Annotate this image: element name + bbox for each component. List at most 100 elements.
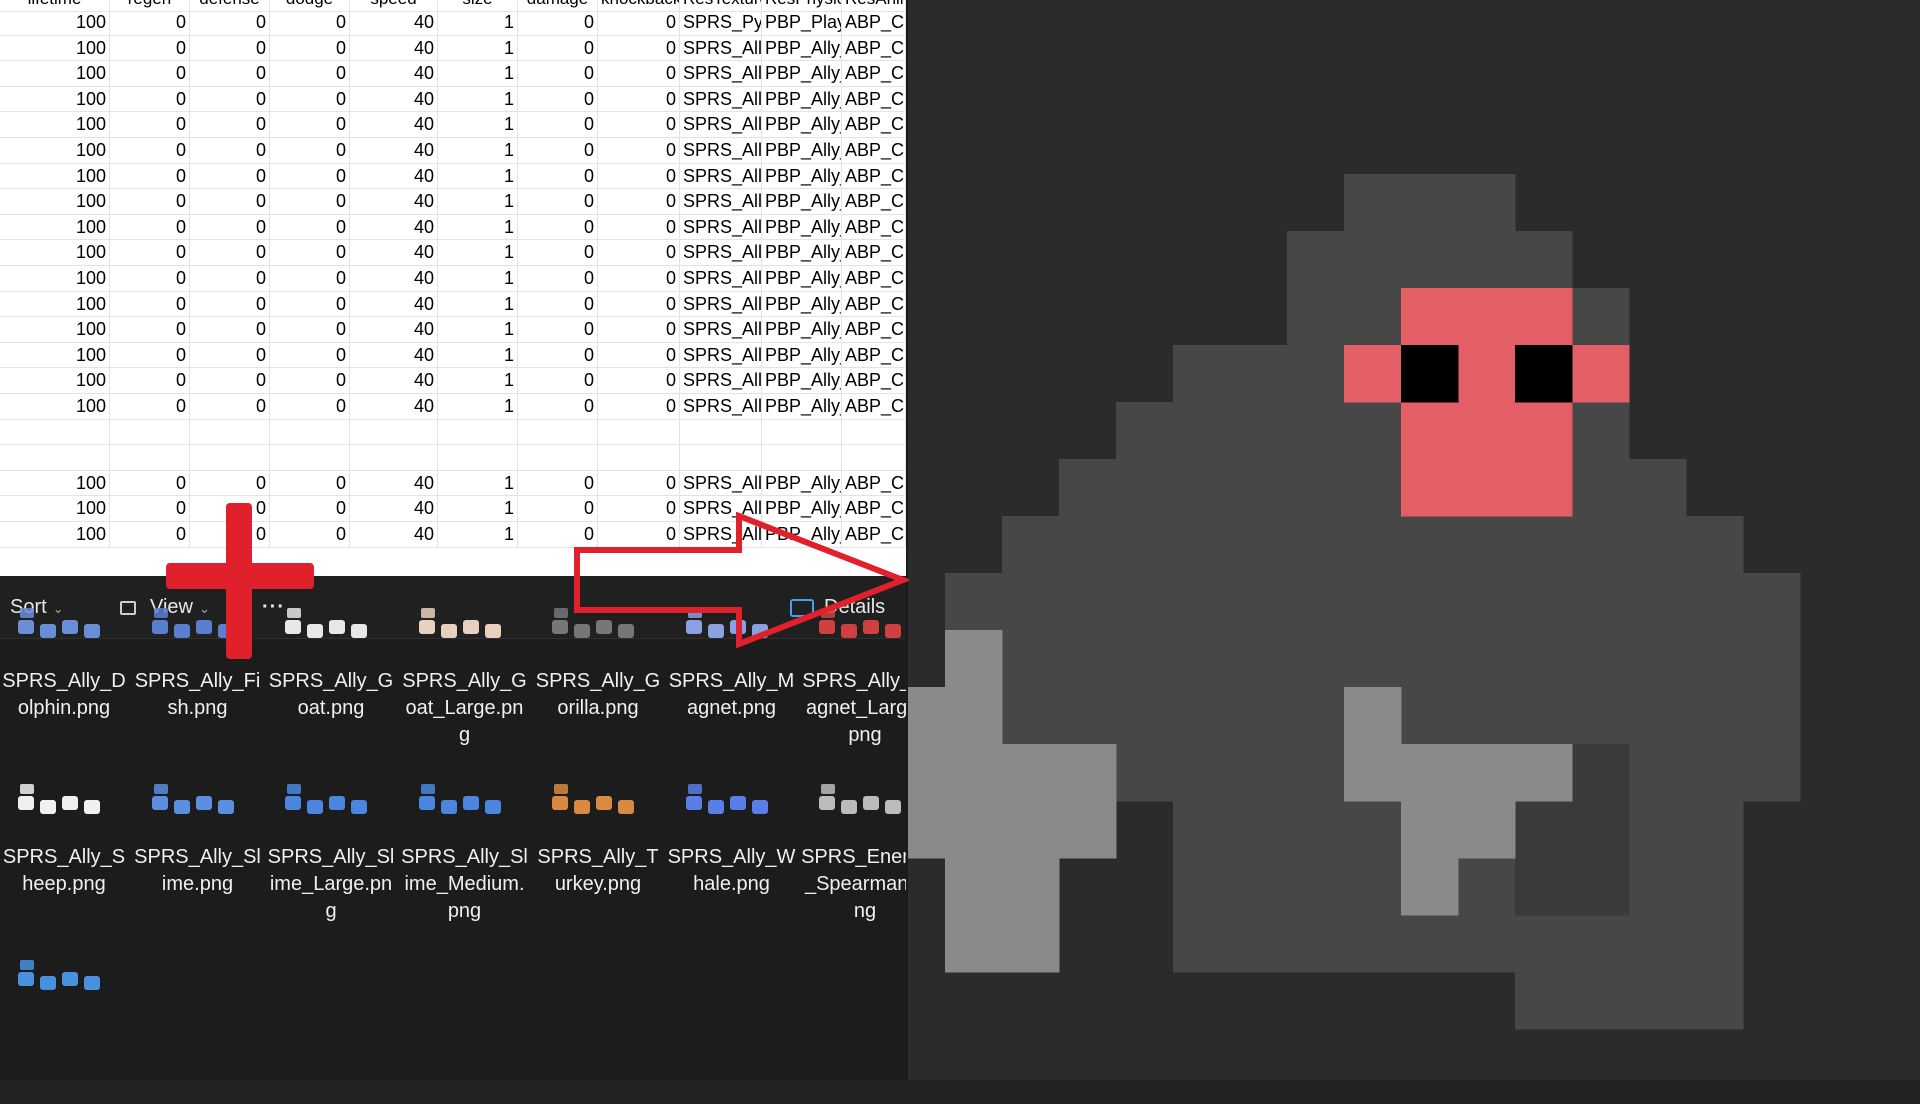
table-cell[interactable]: 40	[350, 240, 438, 265]
table-cell[interactable]: 1	[438, 470, 518, 496]
table-cell[interactable]: 1	[438, 163, 518, 189]
table-cell[interactable]: ABP_Ch	[842, 10, 906, 35]
column-header[interactable]: ResTexture	[680, 0, 762, 11]
table-cell[interactable]: SPRS_Ally	[680, 214, 762, 240]
table-cell[interactable]: ABP_Ch	[842, 214, 906, 240]
table-cell[interactable]: PBP_Ally_	[762, 291, 842, 317]
table-cell[interactable]: 0	[270, 61, 350, 86]
table-cell[interactable]: SPRS_Pyo	[680, 10, 762, 35]
table-cell[interactable]: 0	[110, 138, 190, 163]
table-cell[interactable]: 100	[0, 214, 110, 240]
table-cell[interactable]: PBP_Ally_	[762, 317, 842, 342]
table-cell[interactable]: PBP_Player	[762, 10, 842, 35]
table-cell[interactable]: 40	[350, 10, 438, 35]
table-cell[interactable]: 100	[0, 266, 110, 291]
file-item[interactable]: SPRS_Ally_Turkey.png	[534, 758, 662, 928]
table-cell[interactable]: 0	[270, 112, 350, 137]
table-cell[interactable]: 100	[0, 61, 110, 86]
table-cell[interactable]: SPRS_Ally	[680, 291, 762, 317]
table-cell[interactable]: 0	[110, 240, 190, 265]
table-cell[interactable]	[350, 419, 438, 445]
table-cell[interactable]: 0	[270, 342, 350, 368]
table-cell[interactable]: SPRS_Ally	[680, 342, 762, 368]
table-cell[interactable]: 0	[518, 291, 598, 317]
table-cell[interactable]: 0	[270, 394, 350, 419]
file-item[interactable]: SPRS_Ally_Slime.png	[134, 758, 262, 928]
table-cell[interactable]: 0	[270, 266, 350, 291]
table-cell[interactable]: ABP_Ch	[842, 342, 906, 368]
table-cell[interactable]: 0	[190, 61, 270, 86]
table-cell[interactable]: 40	[350, 291, 438, 317]
table-cell[interactable]: 100	[0, 522, 110, 547]
table-cell[interactable]: ABP_Ch	[842, 61, 906, 86]
table-cell[interactable]: 100	[0, 189, 110, 214]
table-cell[interactable]: ABP_Ch	[842, 138, 906, 163]
table-cell[interactable]	[598, 445, 680, 470]
table-cell[interactable]: 0	[110, 163, 190, 189]
file-item[interactable]	[0, 934, 128, 1104]
table-cell[interactable]: 1	[438, 368, 518, 393]
table-cell[interactable]: 0	[518, 189, 598, 214]
table-cell[interactable]: 0	[190, 342, 270, 368]
table-cell[interactable]: 0	[270, 470, 350, 496]
table-cell[interactable]: 0	[518, 317, 598, 342]
table-cell[interactable]: 0	[598, 35, 680, 61]
table-cell[interactable]: 0	[190, 214, 270, 240]
table-cell[interactable]: 1	[438, 266, 518, 291]
table-cell[interactable]: 0	[518, 470, 598, 496]
table-cell[interactable]: SPRS_Ally	[680, 163, 762, 189]
table-cell[interactable]: 40	[350, 342, 438, 368]
table-cell[interactable]: 100	[0, 138, 110, 163]
column-header[interactable]: knockback	[598, 0, 680, 11]
file-item[interactable]: SPRS_Ally_Slime_Medium.png	[401, 758, 529, 928]
table-cell[interactable]: 0	[598, 240, 680, 265]
table-cell[interactable]: 100	[0, 291, 110, 317]
table-cell[interactable]: ABP_Ch	[842, 317, 906, 342]
table-cell[interactable]: 0	[598, 291, 680, 317]
table-cell[interactable]	[438, 445, 518, 470]
table-cell[interactable]: PBP_Ally_	[762, 61, 842, 86]
table-cell[interactable]: 0	[598, 317, 680, 342]
file-item[interactable]: SPRS_Ally_Slime_Large.png	[267, 758, 395, 928]
table-cell[interactable]: 0	[270, 163, 350, 189]
table-cell[interactable]: 0	[190, 266, 270, 291]
table-cell[interactable]: 1	[438, 112, 518, 137]
table-cell[interactable]: 0	[190, 163, 270, 189]
table-cell[interactable]: PBP_Ally_	[762, 86, 842, 112]
table-cell[interactable]: PBP_Ally_	[762, 163, 842, 189]
table-cell[interactable]: 0	[270, 138, 350, 163]
table-cell[interactable]: 0	[598, 61, 680, 86]
table-cell[interactable]: 1	[438, 61, 518, 86]
table-cell[interactable]: 1	[438, 10, 518, 35]
table-cell[interactable]: 0	[190, 368, 270, 393]
table-cell[interactable]	[598, 419, 680, 445]
table-cell[interactable]: ABP_Ch	[842, 189, 906, 214]
table-cell[interactable]: 0	[518, 368, 598, 393]
table-cell[interactable]: 0	[518, 35, 598, 61]
column-header[interactable]: ResAnim	[842, 0, 906, 11]
table-cell[interactable]: PBP_Ally_	[762, 266, 842, 291]
table-cell[interactable]: 100	[0, 317, 110, 342]
table-cell[interactable]: 40	[350, 163, 438, 189]
file-item[interactable]: SPRS_Ally_Goat_Large.png	[401, 582, 529, 752]
file-item[interactable]: SPRS_Ally_Whale.png	[668, 758, 796, 928]
table-cell[interactable]: 0	[190, 86, 270, 112]
table-cell[interactable]: 0	[110, 317, 190, 342]
table-cell[interactable]: ABP_Ch	[842, 35, 906, 61]
table-cell[interactable]: 40	[350, 35, 438, 61]
table-cell[interactable]: PBP_Ally_	[762, 214, 842, 240]
table-cell[interactable]: PBP_Ally_	[762, 240, 842, 265]
column-header[interactable]: speed	[350, 0, 438, 11]
table-cell[interactable]: 0	[190, 394, 270, 419]
table-cell[interactable]: 0	[110, 342, 190, 368]
table-cell[interactable]: 0	[270, 35, 350, 61]
table-cell[interactable]: 0	[110, 61, 190, 86]
table-cell[interactable]	[762, 419, 842, 445]
table-cell[interactable]: ABP_Ch	[842, 470, 906, 496]
table-cell[interactable]	[680, 445, 762, 470]
table-cell[interactable]: ABP_Ch	[842, 112, 906, 137]
table-cell[interactable]: 1	[438, 317, 518, 342]
column-header[interactable]: defense	[190, 0, 270, 11]
table-cell[interactable]: 0	[110, 291, 190, 317]
table-cell[interactable]: SPRS_Ally	[680, 86, 762, 112]
